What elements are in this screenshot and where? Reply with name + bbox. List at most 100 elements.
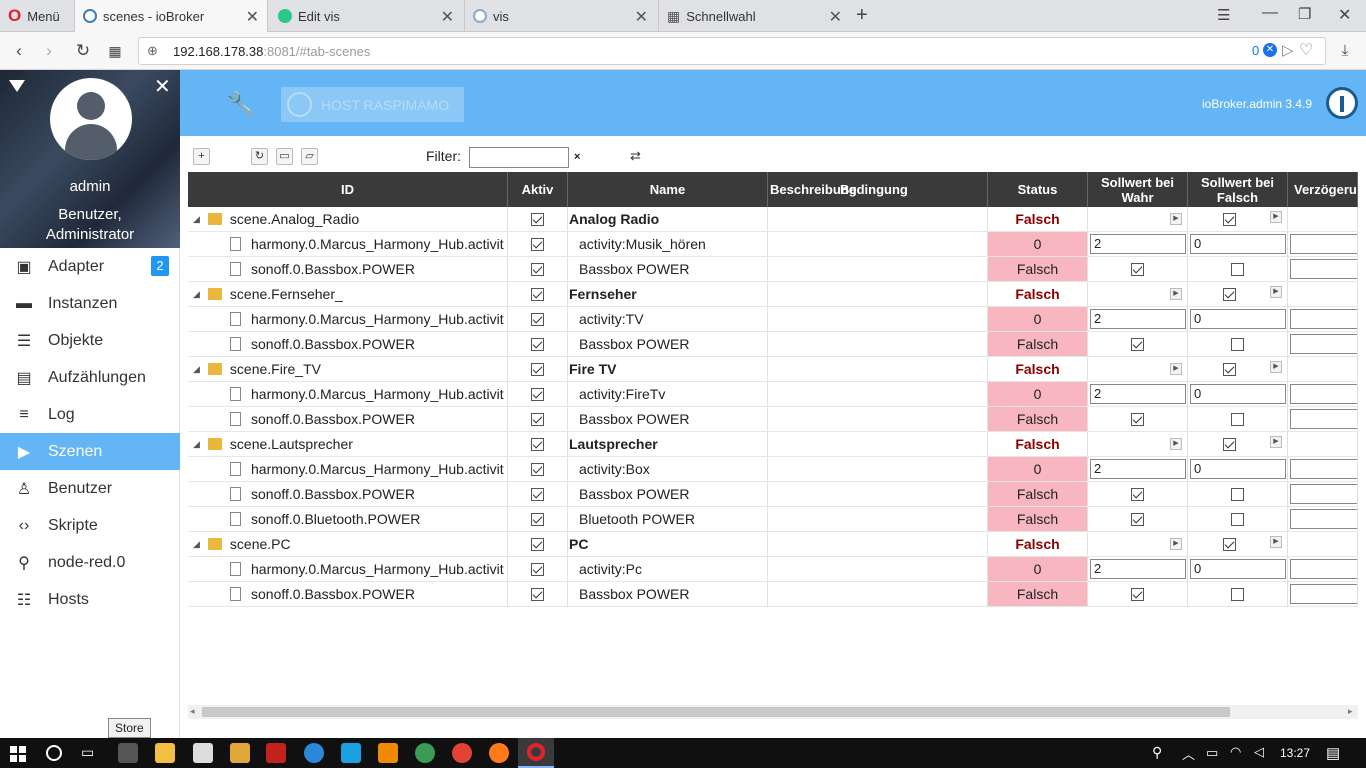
true-value-checkbox[interactable] xyxy=(1131,262,1144,276)
false-value-checkbox[interactable] xyxy=(1231,337,1244,351)
scene-member-row[interactable]: sonoff.0.Bassbox.POWER Bassbox POWER Falsc… xyxy=(188,482,1358,507)
true-value-checkbox[interactable] xyxy=(1131,337,1144,351)
sidebar-item-log[interactable]: ≡ Log xyxy=(0,396,180,433)
set-true-button[interactable]: ▶ xyxy=(1170,538,1182,550)
false-value-checkbox[interactable] xyxy=(1231,412,1244,426)
delay-input[interactable] xyxy=(1290,584,1357,604)
store-icon[interactable] xyxy=(118,743,138,763)
expand-toggle-icon[interactable]: ◢ xyxy=(193,289,200,300)
scene-member-row[interactable]: sonoff.0.Bassbox.POWER Bassbox POWER Falsc… xyxy=(188,407,1358,432)
aktiv-checkbox[interactable] xyxy=(531,337,544,351)
speed-dial-icon[interactable]: ▦ xyxy=(104,40,126,62)
scene-member-row[interactable]: sonoff.0.Bassbox.POWER Bassbox POWER Falsc… xyxy=(188,257,1358,282)
true-value-input[interactable]: 2 xyxy=(1090,559,1186,579)
false-value-input[interactable]: 0 xyxy=(1190,309,1286,329)
false-value-checkbox[interactable] xyxy=(1223,537,1236,551)
scene-row[interactable]: ◢ scene.Analog_Radio Analog Radio Falsch ▶ ▶ xyxy=(188,207,1358,232)
expand-toggle-icon[interactable]: ◢ xyxy=(193,214,200,225)
delay-input[interactable] xyxy=(1290,309,1357,329)
notifications-icon[interactable]: ▤ xyxy=(1326,744,1340,762)
host-selector[interactable]: HOST RASPIMAMO xyxy=(281,87,464,122)
wifi-icon[interactable]: ◠ xyxy=(1230,744,1241,760)
scroll-left-icon[interactable]: ◂ xyxy=(190,706,195,717)
false-value-checkbox[interactable] xyxy=(1223,287,1236,301)
wrench-icon[interactable]: 🔧 xyxy=(226,90,256,119)
col-aktiv[interactable]: Aktiv xyxy=(508,172,568,207)
scene-member-row[interactable]: harmony.0.Marcus_Harmony_Hub.activit acti… xyxy=(188,557,1358,582)
col-verzoegerung[interactable]: Verzögeru xyxy=(1288,172,1358,207)
aktiv-checkbox[interactable] xyxy=(531,212,544,226)
close-tab-icon[interactable]: ✕ xyxy=(829,7,842,27)
expand-toggle-icon[interactable]: ◢ xyxy=(193,539,200,550)
set-true-button[interactable]: ▶ xyxy=(1170,363,1182,375)
set-false-button[interactable]: ▶ xyxy=(1270,361,1282,373)
col-sollwert-wahr[interactable]: Sollwert bei Wahr xyxy=(1088,172,1188,207)
false-value-checkbox[interactable] xyxy=(1231,262,1244,276)
expand-toggle-icon[interactable]: ◢ xyxy=(193,364,200,375)
false-value-checkbox[interactable] xyxy=(1231,487,1244,501)
aktiv-checkbox[interactable] xyxy=(531,537,544,551)
scene-member-row[interactable]: sonoff.0.Bluetooth.POWER Bluetooth POWER F… xyxy=(188,507,1358,532)
chevron-up-icon[interactable]: ︿ xyxy=(1182,744,1195,763)
address-bar[interactable]: ⊕ 192.168.178.38:8081/#tab-scenes 0 ✕ ▷ … xyxy=(138,37,1326,65)
folder-collapse-icon[interactable]: ▭ xyxy=(276,148,293,165)
col-name[interactable]: Name xyxy=(568,172,768,207)
tab-scenes-iobroker[interactable]: scenes - ioBroker ✕ xyxy=(74,0,268,32)
scene-member-row[interactable]: harmony.0.Marcus_Harmony_Hub.activit acti… xyxy=(188,382,1358,407)
edge-icon[interactable] xyxy=(304,743,324,763)
expand-toggle-icon[interactable]: ◢ xyxy=(193,439,200,450)
sidebar-item-instanzen[interactable]: ▬ Instanzen xyxy=(0,285,180,322)
false-value-input[interactable]: 0 xyxy=(1190,459,1286,479)
clock[interactable]: 13:27 xyxy=(1280,746,1310,760)
false-value-input[interactable]: 0 xyxy=(1190,234,1286,254)
adblock-icon[interactable]: ✕ xyxy=(1263,43,1277,57)
aktiv-checkbox[interactable] xyxy=(531,437,544,451)
sidebar-item-hosts[interactable]: ☷ Hosts xyxy=(0,581,180,618)
tab-menu-icon[interactable]: ☰ xyxy=(1217,6,1230,24)
true-value-input[interactable]: 2 xyxy=(1090,234,1186,254)
delay-input[interactable] xyxy=(1290,509,1357,529)
sidebar-item-benutzer[interactable]: ♙ Benutzer xyxy=(0,470,180,507)
close-tab-icon[interactable]: ✕ xyxy=(635,7,648,27)
sidebar-item-adapter[interactable]: ▣ Adapter 2 xyxy=(0,248,180,285)
battery-icon[interactable]: ▭ xyxy=(1206,745,1218,761)
forward-icon[interactable]: › xyxy=(38,40,60,62)
send-icon[interactable]: ▷ xyxy=(1282,41,1294,59)
scene-row[interactable]: ◢ scene.Lautsprecher Lautsprecher Falsch ▶ ▶ xyxy=(188,432,1358,457)
opera-menu-button[interactable]: O Menü xyxy=(0,0,72,32)
aktiv-checkbox[interactable] xyxy=(531,562,544,576)
tab-schnellwahl[interactable]: ▦ Schnellwahl ✕ xyxy=(658,0,850,32)
scene-member-row[interactable]: sonoff.0.Bassbox.POWER Bassbox POWER Falsc… xyxy=(188,332,1358,357)
delay-input[interactable] xyxy=(1290,384,1357,404)
firefox-icon[interactable] xyxy=(489,743,509,763)
aktiv-checkbox[interactable] xyxy=(531,462,544,476)
mail-icon[interactable] xyxy=(193,743,213,763)
false-value-input[interactable]: 0 xyxy=(1190,384,1286,404)
aktiv-checkbox[interactable] xyxy=(531,412,544,426)
true-value-input[interactable]: 2 xyxy=(1090,309,1186,329)
scene-row[interactable]: ◢ scene.Fire_TV Fire TV Falsch ▶ ▶ xyxy=(188,357,1358,382)
true-value-checkbox[interactable] xyxy=(1131,512,1144,526)
false-value-checkbox[interactable] xyxy=(1223,362,1236,376)
close-window-icon[interactable]: ✕ xyxy=(1338,5,1351,25)
set-false-button[interactable]: ▶ xyxy=(1270,286,1282,298)
delay-input[interactable] xyxy=(1290,459,1357,479)
set-false-button[interactable]: ▶ xyxy=(1270,536,1282,548)
true-value-input[interactable]: 2 xyxy=(1090,384,1186,404)
set-false-button[interactable]: ▶ xyxy=(1270,436,1282,448)
aktiv-checkbox[interactable] xyxy=(531,387,544,401)
iobroker-menu-icon[interactable] xyxy=(9,80,25,92)
delay-input[interactable] xyxy=(1290,559,1357,579)
aktiv-checkbox[interactable] xyxy=(531,487,544,501)
col-id[interactable]: ID xyxy=(188,172,508,207)
aktiv-checkbox[interactable] xyxy=(531,287,544,301)
false-value-checkbox[interactable] xyxy=(1231,587,1244,601)
task-view-icon[interactable]: ▭ xyxy=(81,744,94,761)
aktiv-checkbox[interactable] xyxy=(531,512,544,526)
clear-filter-button[interactable]: × xyxy=(574,151,580,163)
iobroker-logo-icon[interactable] xyxy=(1326,87,1358,119)
scroll-right-icon[interactable]: ▸ xyxy=(1348,706,1353,717)
download-icon[interactable]: ⤓ xyxy=(1334,40,1356,62)
tab-edit-vis[interactable]: Edit vis ✕ xyxy=(270,0,462,32)
tools-icon[interactable] xyxy=(230,743,250,763)
